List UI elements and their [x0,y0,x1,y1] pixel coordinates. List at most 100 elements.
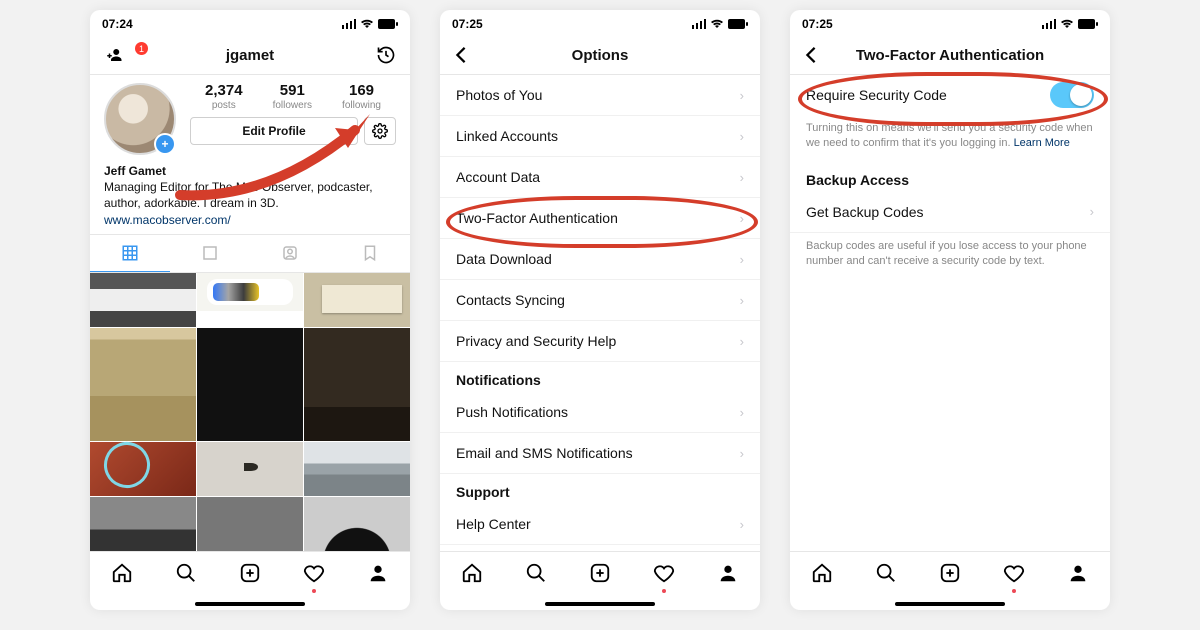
row-push-notifications[interactable]: Push Notifications› [440,392,760,433]
tab-new-post[interactable] [589,562,611,587]
require-code-label: Require Security Code [806,87,947,103]
stat-followers[interactable]: 591 followers [273,83,312,111]
home-icon [111,562,133,584]
tab-profile[interactable] [367,562,389,587]
wifi-icon [710,19,724,29]
chevron-right-icon: › [1090,204,1094,219]
tab-tagged[interactable] [250,235,330,271]
row-help-center[interactable]: Help Center› [440,504,760,545]
row-data-download[interactable]: Data Download› [440,239,760,280]
post-thumb[interactable] [304,442,410,496]
post-thumb[interactable] [90,442,196,496]
heart-icon [303,562,325,584]
screen-options: 07:25 Options Photos of You› Linked Acco… [440,10,760,610]
add-story-icon[interactable]: + [154,133,176,155]
tab-new-post[interactable] [239,562,261,587]
post-thumb[interactable] [90,328,196,442]
row-email-sms[interactable]: Email and SMS Notifications› [440,433,760,474]
row-account-data[interactable]: Account Data› [440,157,760,198]
activity-dot [662,589,666,593]
tab-home[interactable] [461,562,483,587]
post-thumb[interactable] [90,497,196,551]
tab-new-post[interactable] [939,562,961,587]
heart-icon [653,562,675,584]
status-indicators [1042,19,1098,29]
chevron-right-icon: › [740,517,744,532]
settings-button[interactable] [364,117,396,145]
tab-grid[interactable] [90,235,170,272]
tab-profile[interactable] [1067,562,1089,587]
post-thumb[interactable] [197,273,303,327]
post-thumb[interactable] [304,273,410,327]
row-photos-of-you[interactable]: Photos of You› [440,75,760,116]
archive-button[interactable] [356,45,396,65]
tab-saved[interactable] [330,235,410,271]
post-thumb[interactable] [197,442,303,496]
plus-square-icon [589,562,611,584]
home-indicator [195,602,305,606]
back-button[interactable] [804,46,844,64]
status-bar: 07:25 [790,10,1110,36]
add-friends-button[interactable]: 1 [104,46,144,64]
chevron-right-icon: › [740,334,744,349]
tab-home[interactable] [811,562,833,587]
post-thumb[interactable] [304,328,410,442]
chevron-right-icon: › [740,170,744,185]
post-thumb[interactable] [304,497,410,551]
notification-badge: 1 [135,42,148,55]
stat-posts[interactable]: 2,374 posts [205,83,243,111]
twofa-body: Require Security Code Turning this on me… [790,75,1110,551]
row-contacts-syncing[interactable]: Contacts Syncing› [440,280,760,321]
backup-codes-note: Backup codes are useful if you lose acce… [790,233,1110,280]
wifi-icon [1060,19,1074,29]
tab-activity[interactable] [303,562,325,587]
back-button[interactable] [454,46,494,64]
options-list: Photos of You› Linked Accounts› Account … [440,75,760,551]
tab-search[interactable] [875,562,897,587]
tab-activity[interactable] [1003,562,1025,587]
status-indicators [692,19,748,29]
section-notifications: Notifications [440,362,760,392]
post-grid [90,273,410,551]
twofa-nav: Two-Factor Authentication [790,36,1110,75]
tab-list[interactable] [170,235,250,271]
post-thumb[interactable] [197,328,303,442]
row-backup-codes[interactable]: Get Backup Codes› [790,192,1110,233]
avatar[interactable]: + [104,83,176,155]
search-icon [175,562,197,584]
add-person-icon [104,46,124,64]
search-icon [875,562,897,584]
battery-icon [1078,19,1098,29]
row-two-factor[interactable]: Two-Factor Authentication› [440,198,760,239]
post-thumb[interactable] [90,273,196,327]
history-icon [376,45,396,65]
chevron-right-icon: › [740,405,744,420]
activity-dot [1012,589,1016,593]
status-bar: 07:24 [90,10,410,36]
tab-profile[interactable] [717,562,739,587]
profile-nav: 1 jgamet [90,36,410,75]
row-privacy-help[interactable]: Privacy and Security Help› [440,321,760,362]
chevron-right-icon: › [740,129,744,144]
tab-search[interactable] [525,562,547,587]
tab-search[interactable] [175,562,197,587]
bio-text: Managing Editor for The Mac Observer, po… [104,179,396,211]
bio-link[interactable]: www.macobserver.com/ [104,212,396,228]
post-thumb[interactable] [197,497,303,551]
bookmark-icon [361,244,379,262]
stat-following[interactable]: 169 following [342,83,381,111]
tab-home[interactable] [111,562,133,587]
chevron-right-icon: › [740,293,744,308]
learn-more-link[interactable]: Learn More [1014,137,1070,149]
profile-header: + 2,374 posts 591 followers 169 followin… [90,75,410,163]
signal-icon [1042,19,1056,29]
status-indicators [342,19,398,29]
display-name: Jeff Gamet [104,163,396,179]
plus-square-icon [239,562,261,584]
section-support: Support [440,474,760,504]
row-linked-accounts[interactable]: Linked Accounts› [440,116,760,157]
tab-activity[interactable] [653,562,675,587]
battery-icon [378,19,398,29]
edit-profile-button[interactable]: Edit Profile [190,117,358,145]
require-code-toggle[interactable] [1050,82,1094,108]
